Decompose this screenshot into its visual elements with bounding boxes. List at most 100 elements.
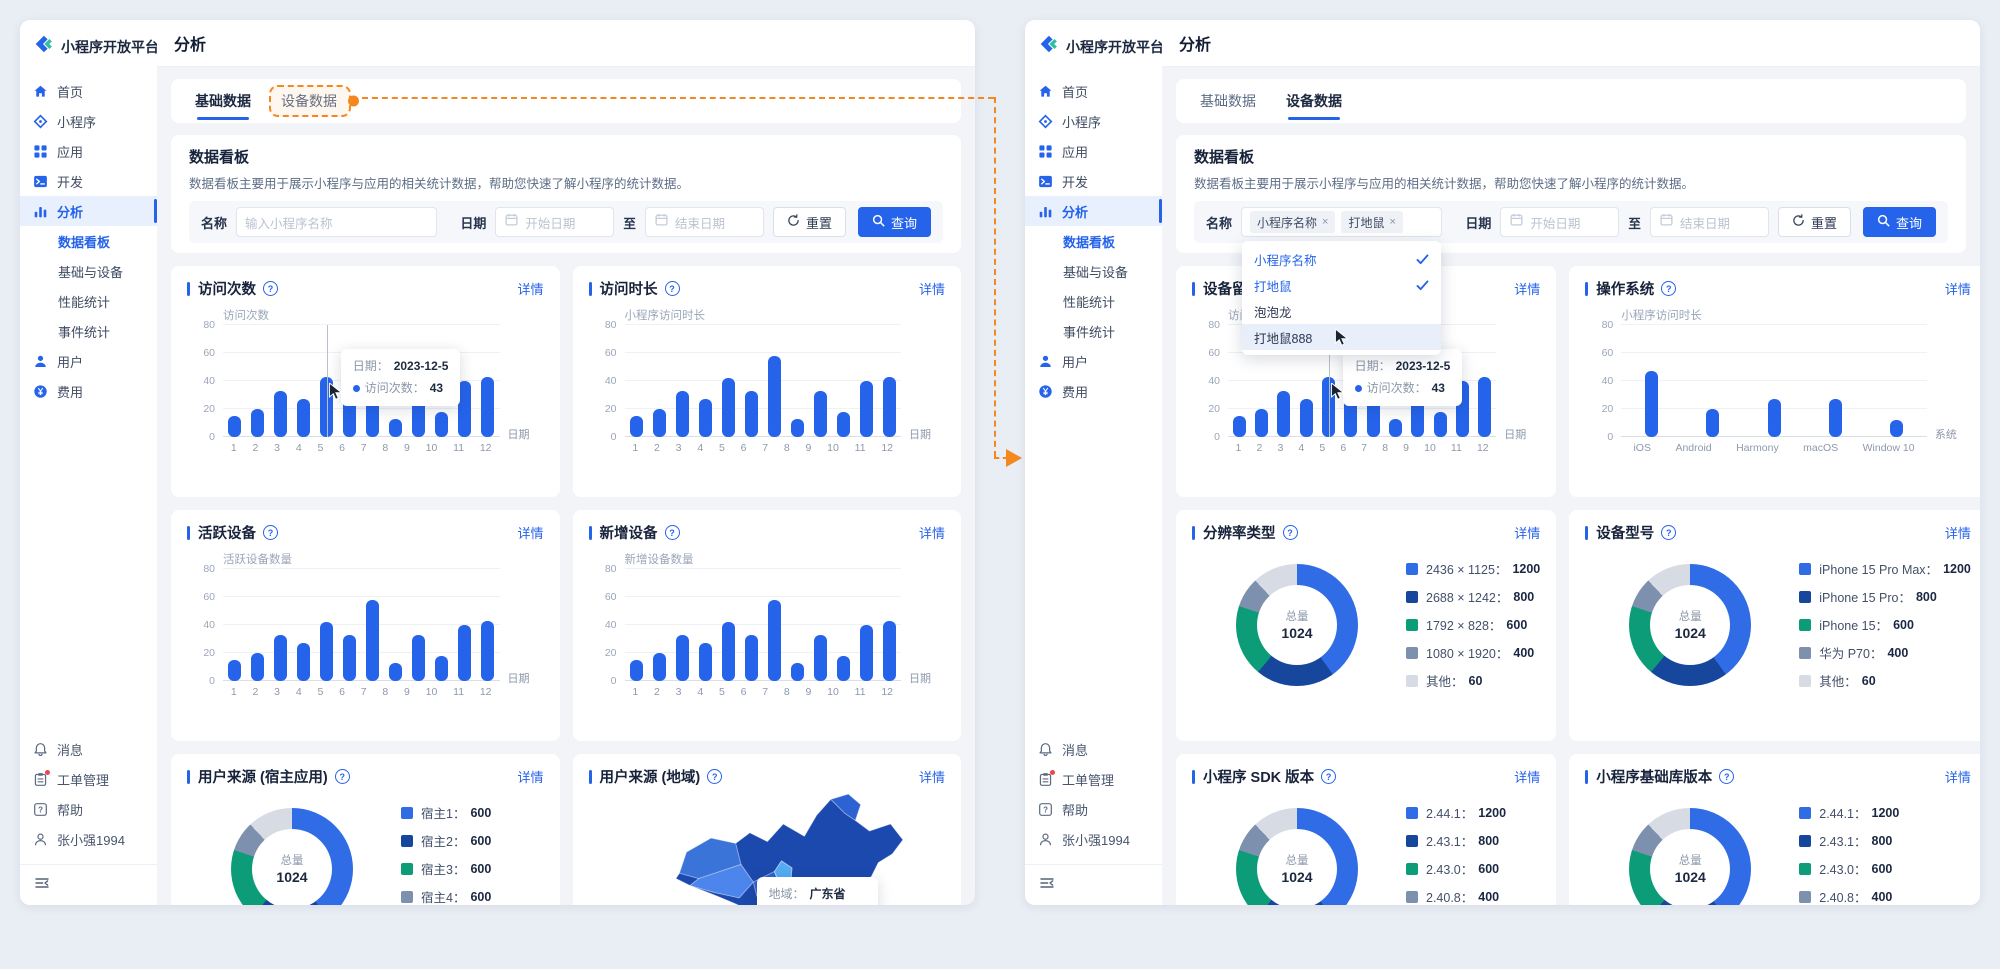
dropdown-option-泡泡龙[interactable]: 泡泡龙: [1242, 298, 1441, 324]
help-circle-icon[interactable]: ?: [263, 281, 278, 296]
sidebar-item-工单管理[interactable]: 工单管理: [1025, 764, 1162, 794]
sidebar-item-基础与设备[interactable]: 基础与设备: [1025, 256, 1162, 286]
bar[interactable]: [699, 399, 712, 437]
bar[interactable]: [251, 409, 264, 437]
sidebar-item-首页[interactable]: 首页: [20, 76, 157, 106]
sidebar-item-张小强1994[interactable]: 张小强1994: [20, 824, 157, 854]
bar[interactable]: [435, 656, 448, 681]
sidebar-item-事件统计[interactable]: 事件统计: [1025, 316, 1162, 346]
bar[interactable]: [481, 377, 494, 437]
query-button[interactable]: 查询: [858, 207, 931, 237]
end-date-input[interactable]: 结束日期: [1650, 207, 1769, 237]
bar[interactable]: [1706, 409, 1719, 437]
bar[interactable]: [458, 625, 471, 681]
bar[interactable]: [481, 621, 494, 681]
detail-link[interactable]: 详情: [517, 767, 543, 786]
sidebar-item-费用[interactable]: 费用: [1025, 376, 1162, 406]
help-circle-icon[interactable]: ?: [665, 525, 680, 540]
bar[interactable]: [860, 381, 873, 437]
bar[interactable]: [251, 653, 264, 681]
bar[interactable]: [343, 635, 356, 681]
detail-link[interactable]: 详情: [919, 523, 945, 542]
sidebar-item-用户[interactable]: 用户: [20, 346, 157, 376]
bar[interactable]: [228, 416, 241, 437]
dropdown-option-打地鼠888[interactable]: 打地鼠888: [1242, 324, 1441, 350]
bar[interactable]: [412, 635, 425, 681]
sidebar-item-工单管理[interactable]: 工单管理: [20, 764, 157, 794]
sidebar-item-性能统计[interactable]: 性能统计: [1025, 286, 1162, 316]
collapse-icon[interactable]: [34, 875, 50, 896]
detail-link[interactable]: 详情: [919, 767, 945, 786]
detail-link[interactable]: 详情: [1945, 767, 1971, 786]
bar[interactable]: [1277, 391, 1290, 437]
sidebar-item-用户[interactable]: 用户: [1025, 346, 1162, 376]
bar[interactable]: [366, 600, 379, 681]
bar[interactable]: [860, 625, 873, 681]
end-date-input[interactable]: 结束日期: [645, 207, 764, 237]
bar[interactable]: [745, 635, 758, 681]
bar[interactable]: [791, 419, 804, 437]
tab-device-data[interactable]: 设备数据: [281, 79, 337, 123]
detail-link[interactable]: 详情: [919, 279, 945, 298]
bar[interactable]: [768, 600, 781, 681]
bar[interactable]: [297, 399, 310, 437]
name-multiselect[interactable]: 小程序名称×打地鼠× 小程序名称打地鼠泡泡龙打地鼠888: [1241, 207, 1442, 237]
detail-link[interactable]: 详情: [1945, 523, 1971, 542]
bar[interactable]: [653, 653, 666, 681]
reset-button[interactable]: 重置: [773, 207, 846, 237]
bar[interactable]: [699, 643, 712, 681]
help-circle-icon[interactable]: ?: [665, 281, 680, 296]
sidebar-item-应用[interactable]: 应用: [20, 136, 157, 166]
bar[interactable]: [1645, 371, 1658, 437]
bar[interactable]: [814, 391, 827, 437]
help-circle-icon[interactable]: ?: [263, 525, 278, 540]
bar[interactable]: [676, 635, 689, 681]
bar[interactable]: [837, 656, 850, 681]
sidebar-item-帮助[interactable]: ?帮助: [1025, 794, 1162, 824]
help-circle-icon[interactable]: ?: [707, 769, 722, 784]
sidebar-item-数据看板[interactable]: 数据看板: [1025, 226, 1162, 256]
bar[interactable]: [389, 419, 402, 437]
bar[interactable]: [722, 378, 735, 437]
sidebar-item-小程序[interactable]: 小程序: [20, 106, 157, 136]
bar[interactable]: [837, 412, 850, 437]
detail-link[interactable]: 详情: [517, 279, 543, 298]
sidebar-item-费用[interactable]: 费用: [20, 376, 157, 406]
tab-device-data[interactable]: 设备数据: [1286, 79, 1342, 123]
sidebar-item-小程序[interactable]: 小程序: [1025, 106, 1162, 136]
dropdown-option-打地鼠[interactable]: 打地鼠: [1242, 272, 1441, 298]
bar[interactable]: [653, 409, 666, 437]
help-circle-icon[interactable]: ?: [335, 769, 350, 784]
name-input[interactable]: 输入小程序名称: [236, 207, 437, 237]
reset-button[interactable]: 重置: [1778, 207, 1851, 237]
bar[interactable]: [883, 377, 896, 437]
help-circle-icon[interactable]: ?: [1719, 769, 1734, 784]
sidebar-item-帮助[interactable]: ?帮助: [20, 794, 157, 824]
bar[interactable]: [1300, 399, 1313, 437]
bar[interactable]: [630, 416, 643, 437]
detail-link[interactable]: 详情: [1514, 767, 1540, 786]
help-circle-icon[interactable]: ?: [1661, 525, 1676, 540]
bar[interactable]: [320, 622, 333, 681]
bar[interactable]: [1233, 416, 1246, 437]
bar[interactable]: [297, 643, 310, 681]
bar[interactable]: [274, 391, 287, 437]
tab-basic-data[interactable]: 基础数据: [195, 79, 251, 123]
tab-basic-data[interactable]: 基础数据: [1200, 79, 1256, 123]
detail-link[interactable]: 详情: [517, 523, 543, 542]
remove-tag-icon[interactable]: ×: [1322, 216, 1328, 228]
bar[interactable]: [814, 635, 827, 681]
query-button[interactable]: 查询: [1863, 207, 1936, 237]
start-date-input[interactable]: 开始日期: [495, 207, 614, 237]
collapse-icon[interactable]: [1039, 875, 1055, 896]
bar[interactable]: [389, 663, 402, 681]
sidebar-item-分析[interactable]: 分析: [20, 196, 157, 226]
bar[interactable]: [745, 391, 758, 437]
dropdown-option-小程序名称[interactable]: 小程序名称: [1242, 246, 1441, 272]
start-date-input[interactable]: 开始日期: [1500, 207, 1619, 237]
bar[interactable]: [1389, 419, 1402, 437]
bar[interactable]: [883, 621, 896, 681]
help-circle-icon[interactable]: ?: [1661, 281, 1676, 296]
detail-link[interactable]: 详情: [1514, 279, 1540, 298]
sidebar-item-首页[interactable]: 首页: [1025, 76, 1162, 106]
